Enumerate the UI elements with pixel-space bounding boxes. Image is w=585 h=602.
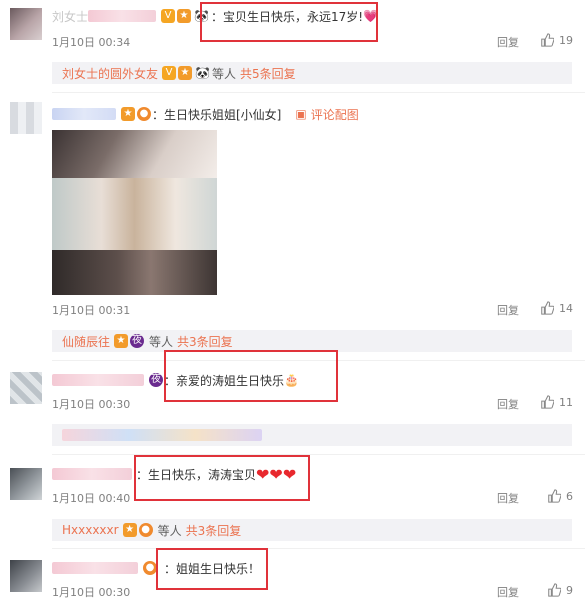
timestamp: 1月10日 00:31 [52, 304, 131, 317]
highlight-box [164, 350, 338, 402]
username-blurred[interactable] [52, 468, 132, 480]
reply-button[interactable]: 回复 [497, 584, 519, 600]
avatar[interactable] [10, 102, 42, 134]
username-blurred[interactable] [52, 562, 138, 574]
subreply-suffix: 等人 [211, 66, 236, 81]
vip-badge-icon: ★ [121, 107, 135, 121]
avatar[interactable] [10, 8, 42, 40]
like-button[interactable]: 9 [547, 583, 573, 597]
verified-v-icon: V [162, 66, 177, 80]
username[interactable]: 刘女士 [52, 8, 88, 25]
image-panel-bottom [52, 250, 217, 295]
comment-text: ：生日快乐姐姐[小仙女] [152, 107, 282, 122]
like-count: 14 [559, 301, 573, 315]
medal-badge-icon: ● [143, 561, 157, 575]
subreply-count[interactable]: 共3条回复 [177, 333, 233, 350]
thumbs-up-icon [548, 583, 561, 597]
subreply-count[interactable]: 共5条回复 [240, 65, 296, 82]
image-panel-top [52, 130, 217, 178]
avatar[interactable] [10, 468, 42, 500]
subreply-user-blurred[interactable] [62, 429, 262, 441]
reply-button[interactable]: 回复 [497, 396, 519, 412]
like-count: 6 [566, 489, 573, 503]
vip-badge-icon: ★ [178, 66, 193, 80]
thumbs-up-icon [541, 395, 554, 409]
like-button[interactable]: 14 [540, 301, 573, 315]
vip-badge-icon: ★ [177, 9, 192, 23]
like-count: 9 [566, 583, 573, 597]
vip-badge-icon: ★ [114, 334, 129, 348]
like-count: 11 [559, 395, 573, 409]
divider [52, 454, 585, 455]
verified-v-icon: V [161, 9, 176, 23]
medal-badge-icon: ● [138, 523, 153, 537]
picture-icon: ▣ [295, 107, 307, 121]
reply-button[interactable]: 回复 [497, 490, 519, 506]
like-button[interactable]: 19 [540, 33, 573, 47]
panda-icon: 🐼 [195, 66, 210, 80]
highlight-box [134, 455, 310, 501]
username-blurred [88, 10, 157, 22]
purple-badge-icon: 夜 [130, 334, 145, 348]
subreply-summary[interactable]: Hxxxxxxr ★ ● 等人 共3条回复 [52, 519, 572, 541]
thumbs-up-icon [541, 33, 554, 47]
medal-badge-icon: ● [137, 107, 151, 121]
subreply-suffix: 等人 [149, 334, 174, 349]
reply-button[interactable]: 回复 [497, 34, 519, 50]
avatar[interactable] [10, 372, 42, 404]
reply-button[interactable]: 回复 [497, 302, 519, 318]
like-count: 19 [559, 33, 573, 47]
divider [52, 548, 585, 549]
subreply-user[interactable]: 仙随辰往 [62, 333, 110, 350]
comment-5: ● ：姐姐生日快乐！ 1月10日 00:30 回复 9 [0, 552, 585, 602]
subreply-summary[interactable]: 刘女士的圆外女友 V ★ 🐼 等人 共5条回复 [52, 62, 572, 84]
subreply-user[interactable]: Hxxxxxxr [62, 523, 119, 537]
avatar[interactable] [10, 560, 42, 592]
timestamp: 1月10日 00:30 [52, 586, 131, 599]
comment-header: ★ ● ：生日快乐姐姐[小仙女] ▣ 评论配图 [52, 104, 359, 124]
thumbs-up-icon [548, 489, 561, 503]
subreply-user[interactable]: 刘女士的圆外女友 [62, 65, 158, 82]
comment-image[interactable] [52, 130, 217, 295]
purple-badge-icon: 夜 [149, 373, 163, 387]
subreply-suffix: 等人 [157, 523, 182, 538]
timestamp: 1月10日 00:34 [52, 36, 131, 49]
timestamp: 1月10日 00:30 [52, 398, 131, 411]
like-button[interactable]: 11 [540, 395, 573, 409]
divider [52, 92, 585, 93]
highlight-box [156, 548, 268, 590]
subreply-summary[interactable] [52, 424, 572, 446]
thumbs-up-icon [541, 301, 554, 315]
subreply-summary[interactable]: 仙随辰往 ★ 夜 等人 共3条回复 [52, 330, 572, 352]
username-blurred[interactable] [52, 374, 144, 386]
image-panel-middle [52, 178, 217, 250]
vip-badge-icon: ★ [122, 523, 137, 537]
like-button[interactable]: 6 [547, 489, 573, 503]
highlight-box [200, 2, 378, 42]
subreply-count[interactable]: 共3条回复 [186, 522, 242, 539]
timestamp: 1月10日 00:40 [52, 492, 131, 505]
username-blurred[interactable] [52, 108, 116, 120]
image-link[interactable]: 评论配图 [311, 106, 359, 123]
